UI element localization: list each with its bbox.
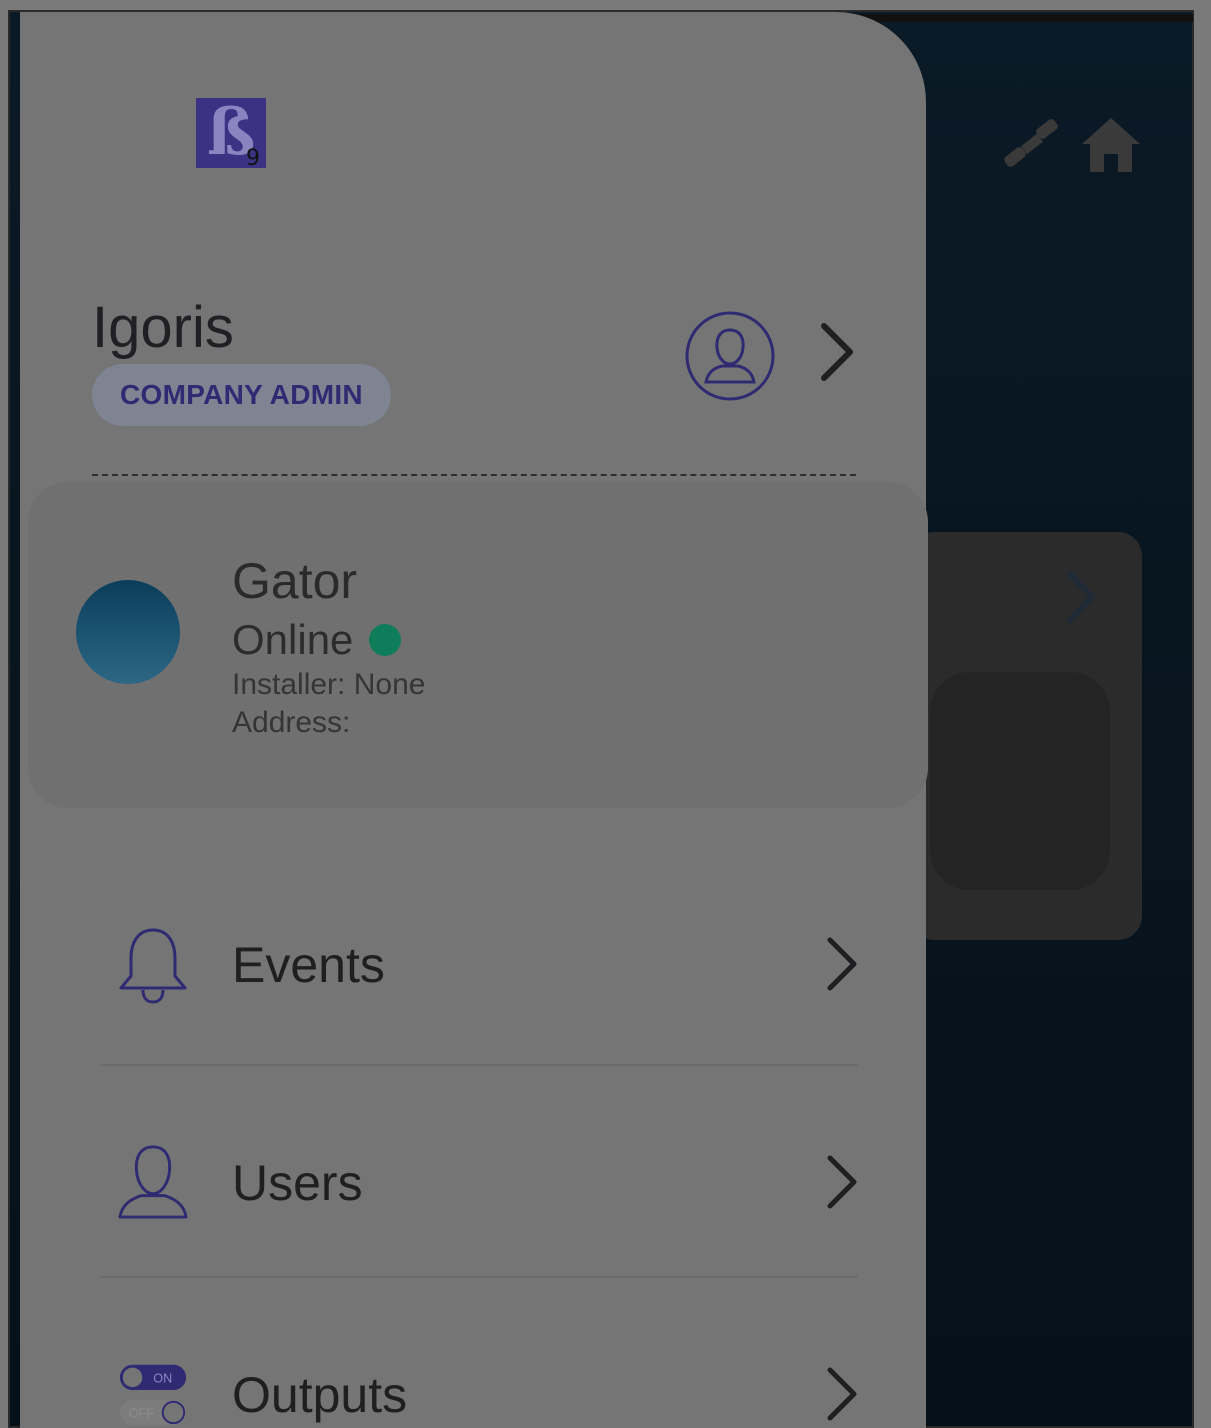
toggle-on-text: ON bbox=[153, 1371, 172, 1385]
home-icon[interactable] bbox=[1078, 112, 1144, 183]
status-dot-icon bbox=[369, 624, 402, 656]
site-name: Gator bbox=[232, 553, 358, 609]
app-logo: ß 9 bbox=[196, 98, 266, 171]
navigation-drawer: ß 9 Igoris COMPANY ADMIN Gator Online In… bbox=[20, 12, 928, 1428]
site-status-text: Online bbox=[232, 616, 354, 663]
menu-item-outputs[interactable]: ON OFF Outputs bbox=[96, 1342, 860, 1428]
toggle-off-text: OFF bbox=[129, 1406, 155, 1420]
menu-item-events[interactable]: Events bbox=[96, 914, 860, 1054]
menu-label-events: Events bbox=[232, 937, 385, 993]
satellite-icon[interactable] bbox=[1000, 113, 1064, 182]
profile-button[interactable] bbox=[684, 310, 776, 407]
menu-label-users: Users bbox=[232, 1155, 363, 1211]
chevron-right-icon bbox=[824, 1366, 860, 1427]
menu-label-outputs: Outputs bbox=[232, 1367, 408, 1423]
chevron-right-icon bbox=[824, 1154, 860, 1215]
toggle-icon: ON OFF bbox=[116, 1342, 190, 1428]
site-card[interactable]: Gator Online Installer: None Address: bbox=[28, 482, 928, 808]
menu-divider bbox=[100, 1276, 858, 1278]
profile-divider bbox=[92, 474, 856, 476]
user-icon bbox=[116, 1132, 190, 1232]
user-name: Igoris bbox=[92, 295, 234, 360]
background-toolbar bbox=[1000, 112, 1144, 183]
background-card bbox=[910, 532, 1142, 940]
chevron-right-icon bbox=[824, 936, 860, 997]
profile-chevron-icon[interactable] bbox=[816, 320, 856, 389]
role-badge: COMPANY ADMIN bbox=[92, 364, 391, 426]
menu-item-users[interactable]: Users bbox=[96, 1132, 860, 1272]
user-avatar-icon bbox=[685, 311, 775, 401]
site-address: Address: bbox=[232, 706, 351, 739]
site-installer: Installer: None bbox=[232, 668, 426, 701]
background-card-inner bbox=[930, 672, 1110, 890]
chevron-right-icon bbox=[1064, 570, 1098, 629]
site-status: Online bbox=[232, 616, 402, 664]
logo-subscript: 9 bbox=[246, 146, 260, 171]
menu-divider bbox=[100, 1064, 858, 1066]
bell-icon bbox=[116, 914, 190, 1014]
site-avatar bbox=[76, 580, 180, 684]
